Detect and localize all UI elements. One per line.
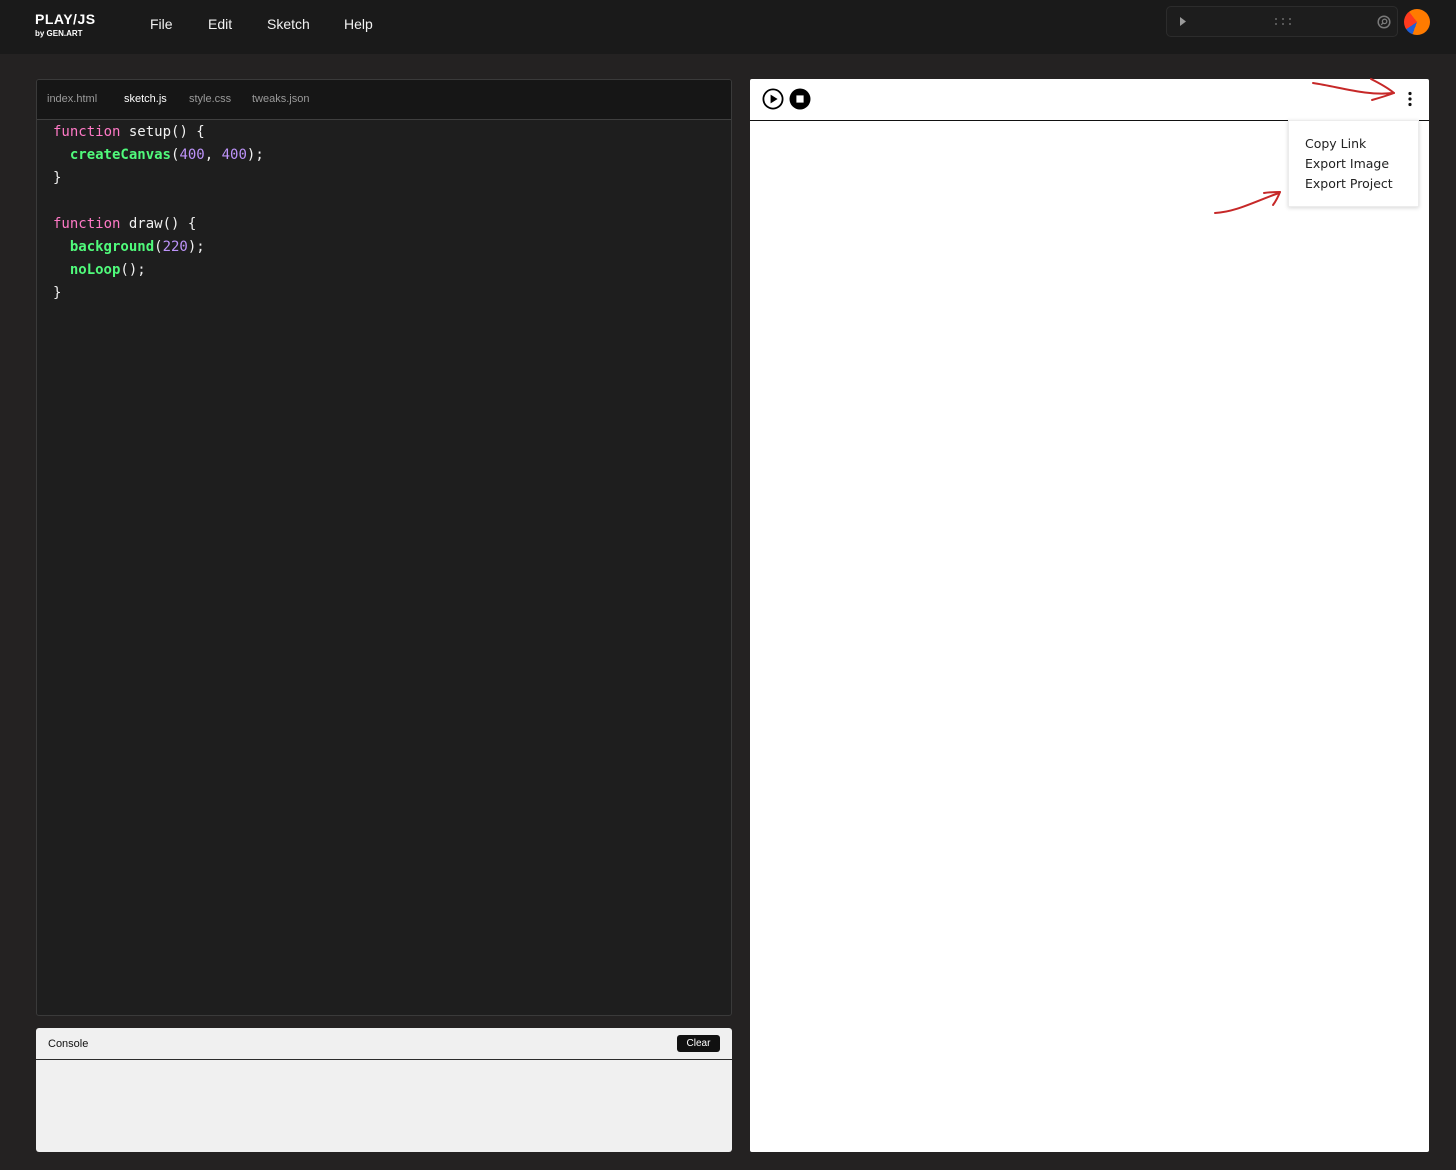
code-line: noLoop(); [53,259,731,282]
preview-options-menu: Copy Link Export Image Export Project [1288,120,1419,207]
more-vertical-icon[interactable] [1400,89,1420,109]
code-line: } [53,282,731,305]
clear-console-button[interactable]: Clear [677,1035,720,1052]
play-circle-icon[interactable] [762,88,784,110]
preview-toolbar [750,79,1429,121]
code-token-text: ( [154,239,163,255]
user-avatar[interactable] [1404,9,1430,35]
tab-sketch-js[interactable]: sketch.js [124,92,167,106]
code-token-function: background [69,239,155,255]
console-panel: Console Clear [36,1028,732,1152]
menu-item-export-image[interactable]: Export Image [1289,154,1418,174]
code-token-text: draw() { [120,216,197,232]
app-logo[interactable]: PLAY/JS [35,11,96,27]
grid-dots-icon[interactable] [1274,17,1292,26]
code-token-keyword: function [53,216,121,232]
code-area[interactable]: function setup() { createCanvas(400, 400… [37,120,731,1015]
console-header: Console Clear [36,1028,732,1060]
code-token-function: noLoop [69,262,121,278]
tab-index-html[interactable]: index.html [47,92,97,106]
code-token-number: 220 [162,239,188,255]
app-header: PLAY/JS by GEN.ART File Edit Sketch Help [0,0,1456,54]
tab-style-css[interactable]: style.css [189,92,231,106]
code-token-text: (); [120,262,146,278]
tab-tweaks-json[interactable]: tweaks.json [252,92,309,106]
code-line: function setup() { [53,121,731,144]
menu-help[interactable]: Help [344,15,373,33]
code-token-text: } [53,285,62,301]
code-token-keyword: function [53,124,121,140]
code-token-function: createCanvas [69,147,171,163]
menu-edit[interactable]: Edit [208,15,232,33]
code-line: background(220); [53,236,731,259]
code-token-text: setup() { [120,124,205,140]
menu-file[interactable]: File [150,15,173,33]
console-title: Console [48,1038,89,1050]
code-token-text: } [53,170,62,186]
menu-sketch[interactable]: Sketch [267,15,310,33]
code-line: function draw() { [53,213,731,236]
preview-panel: Copy Link Export Image Export Project [750,79,1429,1152]
play-triangle-icon[interactable] [1180,17,1186,26]
code-token-text: ); [187,239,205,255]
code-token-text: , [204,147,222,163]
command-bar[interactable] [1166,6,1398,37]
search-icon[interactable] [1377,15,1391,29]
menu-item-copy-link[interactable]: Copy Link [1289,134,1418,154]
code-editor-panel: index.html sketch.js style.css tweaks.js… [36,79,732,1016]
file-tabs: index.html sketch.js style.css tweaks.js… [37,80,731,120]
code-token-text: ); [246,147,264,163]
menu-item-export-project[interactable]: Export Project [1289,174,1418,194]
code-line: } [53,167,731,190]
stop-circle-icon[interactable] [789,88,811,110]
app-logo-subtitle: by GEN.ART [35,29,83,38]
code-token-number: 400 [179,147,205,163]
code-token-number: 400 [221,147,247,163]
code-line: createCanvas(400, 400); [53,144,731,167]
